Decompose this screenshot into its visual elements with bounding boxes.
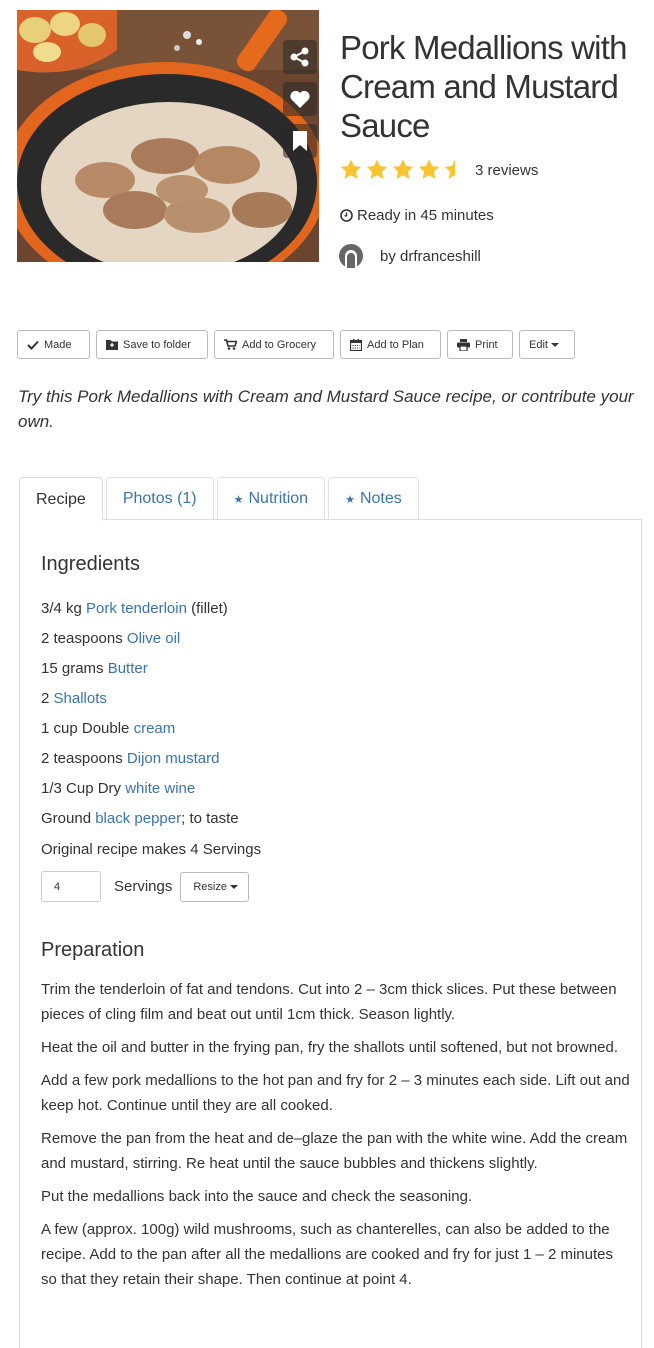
preparation-heading: Preparation — [41, 939, 145, 961]
ingredient-item: 2 teaspoons Olive oil — [41, 629, 180, 649]
ingredient-link[interactable]: Pork tenderloin — [86, 600, 187, 617]
share-icon — [290, 47, 309, 67]
rating[interactable]: 3 reviews — [339, 157, 538, 183]
ingredient-quantity: 2 — [41, 690, 54, 707]
preparation-step: Put the medallions back into the sauce a… — [41, 1188, 473, 1205]
star-icon[interactable] — [339, 158, 363, 182]
ingredient-item: 15 grams Butter — [41, 659, 148, 679]
add-to-plan-button[interactable]: Add to Plan — [340, 330, 441, 359]
calendar-icon — [350, 338, 362, 351]
tab-nutrition[interactable]: ★ Nutrition — [216, 477, 326, 520]
tab-photos[interactable]: Photos (1) — [105, 477, 214, 520]
ingredient-link[interactable]: Butter — [108, 660, 148, 677]
check-icon — [27, 340, 39, 350]
bookmark-icon — [293, 131, 307, 151]
printer-icon — [457, 338, 470, 351]
rating-stars[interactable] — [339, 158, 469, 182]
recipe-tabs: Recipe Photos (1) ★ Nutrition ★ Notes — [19, 477, 422, 521]
servings-input[interactable] — [41, 871, 101, 902]
preparation-step: A few (approx. 100g) wild mushrooms, suc… — [41, 1221, 613, 1288]
ingredient-item: 1 cup Double cream — [41, 719, 175, 739]
ingredient-link[interactable]: white wine — [125, 780, 195, 797]
ingredients-heading: Ingredients — [41, 553, 140, 575]
ingredient-link[interactable]: Dijon mustard — [127, 750, 220, 767]
share-button[interactable] — [283, 40, 317, 74]
ingredient-link[interactable]: cream — [134, 720, 176, 737]
ingredient-quantity: 1 cup Double — [41, 720, 134, 737]
star-icon[interactable] — [443, 158, 467, 182]
made-label: Made — [44, 338, 72, 351]
preparation-steps: Trim the tenderloin of fat and tendons. … — [41, 977, 631, 1300]
ingredient-quantity: 2 teaspoons — [41, 630, 127, 647]
star-icon[interactable] — [365, 158, 389, 182]
bookmark-button[interactable] — [283, 124, 317, 158]
tab-recipe-label: Recipe — [36, 490, 86, 508]
save-to-folder-button[interactable]: Save to folder — [96, 330, 208, 359]
servings-control: Servings Resize — [41, 871, 249, 902]
star-icon: ★ — [345, 493, 355, 506]
tab-nutrition-label: Nutrition — [248, 490, 309, 507]
grocery-label: Add to Grocery — [242, 338, 316, 351]
recipe-panel: Ingredients 3/4 kg Pork tenderloin (fill… — [19, 519, 642, 1348]
chevron-down-icon — [550, 342, 559, 347]
ingredient-item: Ground black pepper; to taste — [41, 809, 239, 829]
ingredient-quantity: 1/3 Cup Dry — [41, 780, 126, 797]
recipe-photo[interactable] — [17, 10, 319, 262]
edit-label: Edit — [529, 338, 548, 351]
intro-text: Try this Pork Medallions with Cream and … — [18, 387, 634, 431]
tab-recipe[interactable]: Recipe — [19, 477, 103, 521]
ingredient-note: (fillet) — [186, 600, 228, 617]
print-button[interactable]: Print — [447, 330, 513, 359]
add-to-grocery-button[interactable]: Add to Grocery — [214, 330, 334, 359]
preparation-step: Remove the pan from the heat and de–glaz… — [41, 1130, 628, 1172]
heart-icon — [290, 90, 310, 108]
preparation-step: Add a few pork medallions to the hot pan… — [41, 1072, 630, 1114]
ingredient-quantity: Ground — [41, 810, 96, 827]
star-icon[interactable] — [391, 158, 415, 182]
ingredient-quantity: 2 teaspoons — [41, 750, 127, 767]
author[interactable]: by drfranceshill — [339, 244, 481, 268]
recipe-title: Pork Medallions with Cream and Mustard S… — [340, 29, 627, 144]
servings-note: Original recipe makes 4 Servings — [41, 841, 262, 858]
save-label: Save to folder — [123, 338, 191, 351]
made-button[interactable]: Made — [17, 330, 90, 359]
ingredient-link[interactable]: Olive oil — [127, 630, 180, 647]
reviews-count[interactable]: 3 reviews — [475, 162, 538, 179]
author-name[interactable]: by drfranceshill — [380, 248, 481, 265]
preparation-step: Trim the tenderloin of fat and tendons. … — [41, 981, 617, 1023]
ingredient-link[interactable]: black pepper — [95, 810, 181, 827]
tab-photos-label: Photos (1) — [122, 490, 197, 507]
ingredient-item: 2 teaspoons Dijon mustard — [41, 749, 219, 769]
ingredient-link[interactable]: Shallots — [54, 690, 107, 707]
resize-label: Resize — [193, 880, 227, 893]
favorite-button[interactable] — [283, 82, 317, 116]
star-icon[interactable] — [417, 158, 441, 182]
tab-notes[interactable]: ★ Notes — [328, 477, 419, 520]
cart-icon — [224, 339, 237, 350]
plan-label: Add to Plan — [367, 338, 424, 351]
ingredient-item: 1/3 Cup Dry white wine — [41, 779, 195, 799]
folder-icon — [106, 340, 118, 350]
ready-time-text: Ready in 45 minutes — [357, 207, 494, 224]
avatar-icon — [339, 244, 363, 268]
action-toolbar: Made Save to folder Add to Grocery Add t… — [17, 330, 581, 359]
ready-time: Ready in 45 minutes — [340, 207, 494, 224]
ingredient-quantity: 15 grams — [41, 660, 108, 677]
tab-notes-label: Notes — [359, 490, 402, 507]
ingredient-note: ; to taste — [181, 810, 239, 827]
ingredient-quantity: 3/4 kg — [41, 600, 87, 617]
ingredient-item: 2 Shallots — [41, 689, 107, 709]
preparation-step: Heat the oil and butter in the frying pa… — [41, 1039, 619, 1056]
servings-label: Servings — [114, 878, 173, 895]
clock-icon — [340, 209, 353, 222]
ingredient-item: 3/4 kg Pork tenderloin (fillet) — [41, 599, 228, 619]
resize-dropdown[interactable]: Resize — [180, 871, 249, 902]
print-label: Print — [475, 338, 498, 351]
chevron-down-icon — [229, 884, 238, 889]
edit-dropdown[interactable]: Edit — [519, 330, 575, 359]
star-icon: ★ — [233, 493, 244, 506]
